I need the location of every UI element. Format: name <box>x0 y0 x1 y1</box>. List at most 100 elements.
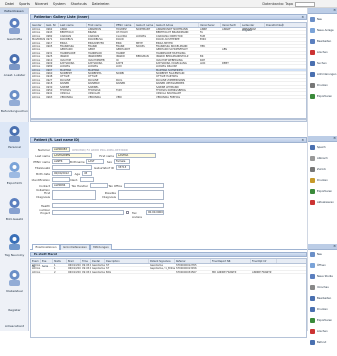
menu-item[interactable]: System <box>53 2 66 6</box>
sidebar-item[interactable]: Exportinfo <box>0 158 29 194</box>
birthname-field[interactable]: LAST <box>86 159 104 164</box>
column-header[interactable]: Stativ <box>53 259 67 263</box>
sidebar-item[interactable]: Ansat. Lukster <box>0 50 29 86</box>
close-icon[interactable]: × <box>333 8 336 12</box>
ident-field[interactable] <box>52 177 70 182</box>
health-number-field[interactable] <box>52 203 164 208</box>
action-button[interactable]: Abbrech <box>309 155 337 163</box>
contact-field[interactable]: ALP0084 <box>52 183 70 188</box>
sidebar-item[interactable]: Geschäfte <box>0 14 29 50</box>
patients-grid[interactable]: Gendar Geb. Nr Last name First name PflNrr n… <box>30 22 307 119</box>
action-button[interactable]: Vorschau <box>309 284 337 292</box>
action-button[interactable]: Bearbeiten <box>309 38 337 46</box>
menu-item[interactable]: Datei <box>5 2 14 6</box>
sidebar-item[interactable]: Tag Neuroloy <box>0 230 29 266</box>
table-cell <box>221 52 241 54</box>
sidebar-item-label: Klabelstuel <box>6 289 23 293</box>
action-button[interactable]: Exportieren <box>309 317 337 325</box>
column-header[interactable]: Exam Nu <box>31 259 41 268</box>
column-header[interactable]: Exe Seria <box>41 259 53 268</box>
action-button[interactable]: Zurück <box>309 166 337 174</box>
action-button[interactable]: Suchen <box>309 60 337 68</box>
column-header[interactable]: Geburt Adres <box>155 23 199 27</box>
birth-date-field[interactable]: 00/00/2012 <box>52 171 72 176</box>
close-icon[interactable]: × <box>301 15 304 20</box>
action-button[interactable]: Neu <box>309 251 337 259</box>
column-header[interactable]: Geburt name <box>135 23 155 27</box>
lastname-field[interactable]: LASTNAMEN <box>52 153 92 158</box>
column-header[interactable]: Last name <box>59 23 87 27</box>
column-header[interactable]: Versicherer <box>199 23 221 27</box>
action-button[interactable]: Drucken <box>309 82 337 90</box>
first-diagnosis-field[interactable] <box>52 190 96 200</box>
column-header[interactable]: Gendar <box>31 23 45 27</box>
sidebar-item[interactable]: Adrescatrent <box>0 320 29 356</box>
column-header[interactable]: First name <box>87 23 115 27</box>
possible-diagnosis-field[interactable] <box>118 190 164 200</box>
column-header[interactable]: Bred <box>67 259 81 263</box>
menu-item[interactable]: Nicenet <box>35 2 48 6</box>
exam-grid[interactable]: Exam Nu Exe Seria Stativ Bred Time Dental Desc… <box>30 258 307 338</box>
action-button[interactable]: Löschen <box>309 49 337 57</box>
action-button[interactable]: Neue Anlage <box>309 27 337 35</box>
database-select[interactable] <box>295 1 315 7</box>
menu-item[interactable]: Shortcuts <box>71 2 87 6</box>
column-header[interactable]: Final Report NR <box>211 259 251 263</box>
action-button[interactable]: Neu <box>309 16 337 24</box>
tab-examinations[interactable]: Examinationen <box>32 244 60 250</box>
action-button[interactable]: Anforderungen <box>309 71 337 79</box>
age-field[interactable]: 45 <box>82 171 92 176</box>
column-header[interactable]: Patient Signature <box>149 259 175 263</box>
ident-label: Identification <box>31 178 50 182</box>
action-button[interactable]: Drucken <box>309 177 337 185</box>
column-header[interactable]: Final Rpt Inf <box>251 259 277 263</box>
action-button[interactable]: Drucken <box>309 306 337 314</box>
title-field[interactable] <box>52 165 92 170</box>
action-button[interactable]: Speich <box>309 144 337 152</box>
project-checkbox[interactable] <box>126 211 129 214</box>
action-button[interactable]: Exportieren <box>309 93 337 101</box>
action-button[interactable]: Löschen <box>309 328 337 336</box>
column-header[interactable]: PflNrr name <box>115 23 135 27</box>
table-row[interactable]: LOCAL 4963 VERONIKA VERONIKA VERI VERONIKA FR… <box>31 96 306 100</box>
column-header[interactable]: Dental <box>91 259 105 263</box>
column-header[interactable]: Geb. Nr <box>45 23 59 27</box>
sidebar-item[interactable]: Bild-Gesetz <box>0 194 29 230</box>
close-icon[interactable]: × <box>333 136 336 140</box>
menu-item[interactable]: Sports <box>19 2 30 6</box>
action-button[interactable]: Befund <box>309 339 337 347</box>
action-button[interactable]: Aktualisieren <box>309 199 337 207</box>
birthdate-id-field[interactable]: 33713 <box>116 165 130 170</box>
ident2-field[interactable] <box>80 177 94 182</box>
column-header[interactable]: Description <box>105 259 149 263</box>
firstname-field[interactable]: LASTNA <box>116 153 156 158</box>
column-header[interactable]: Referrer <box>175 259 211 263</box>
table-row[interactable]: LOCAL 2 06/01/200909:45:19GepidemaBAS ST000… <box>31 271 306 275</box>
tab-messages[interactable]: Möldungen <box>90 244 112 250</box>
column-header[interactable]: Leitender Angabe <box>241 23 265 32</box>
action-button[interactable]: Exportieren <box>309 188 337 196</box>
tab-referrals[interactable]: Gründreferenzen <box>60 244 90 250</box>
sex-select[interactable]: Female <box>114 159 130 164</box>
tax-office-field[interactable] <box>124 183 164 188</box>
date-field[interactable]: 00.00.0000 <box>146 210 164 215</box>
table-cell: LOCAL <box>32 92 41 95</box>
action-button[interactable]: Neue Studie <box>309 273 337 281</box>
tax-handler-field[interactable] <box>90 183 108 188</box>
column-header[interactable]: Dienstlichkeit <box>265 23 284 27</box>
close-icon[interactable]: × <box>301 138 304 143</box>
column-header[interactable]: Versichertl <box>221 23 241 27</box>
sidebar-item[interactable]: Klabelstuel <box>0 266 29 302</box>
sidebar-item[interactable]: Befundungsuchun <box>0 86 29 122</box>
number-field[interactable]: ALP00083 <box>52 147 70 152</box>
menu-item[interactable]: Dateireien <box>92 2 110 6</box>
sidebar-item[interactable]: Personal <box>0 122 29 158</box>
horizontal-scrollbar[interactable] <box>30 119 307 122</box>
column-header[interactable]: Time <box>81 259 91 263</box>
pfname-field[interactable]: ALNFR <box>52 159 70 164</box>
sidebar-item-label: Tag Neuroloy <box>4 253 25 257</box>
close-icon[interactable]: × <box>333 244 336 248</box>
action-button[interactable]: Öffnen <box>309 262 337 270</box>
project-field[interactable] <box>52 210 124 215</box>
action-button[interactable]: Bearbeiten <box>309 295 337 303</box>
